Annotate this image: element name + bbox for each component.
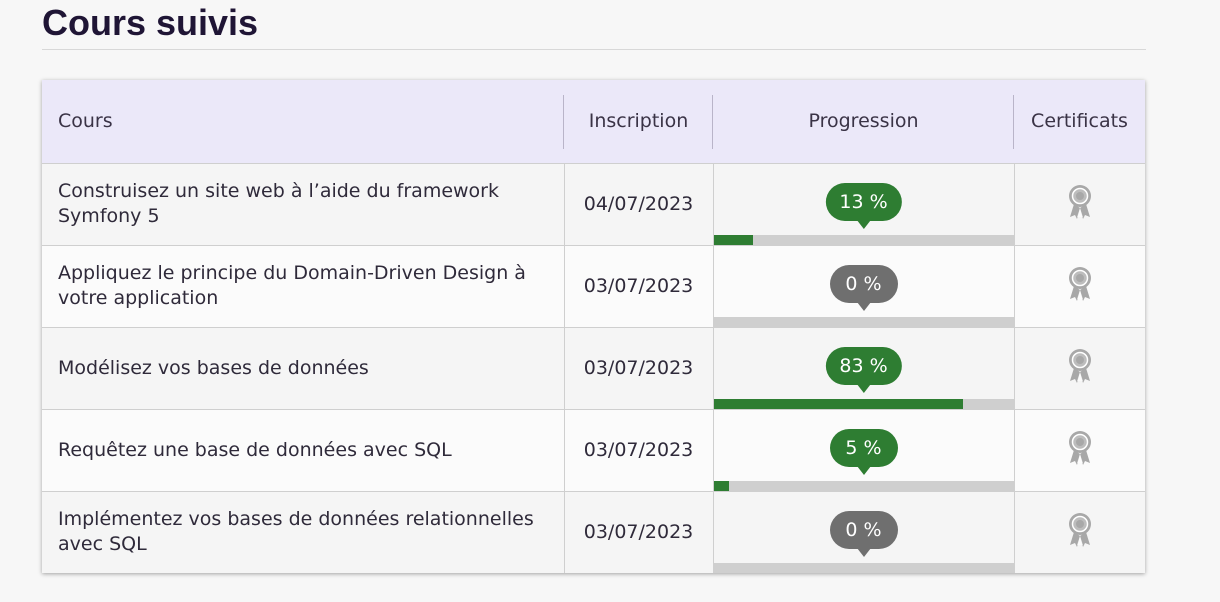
medal-icon [1067,512,1093,548]
progress-bar-fill [713,480,729,491]
course-title-cell: Implémentez vos bases de données relatio… [42,490,565,573]
course-title-cell: Appliquez le principe du Domain-Driven D… [42,244,565,327]
progress-bar [713,316,1014,327]
table-row: Appliquez le principe du Domain-Driven D… [42,244,1145,327]
course-title-cell: Modélisez vos bases de données [42,326,565,409]
enrollment-date: 03/07/2023 [583,521,694,544]
progress-badge: 83 % [825,346,902,393]
title-divider [42,49,1146,50]
certificate-cell [1014,408,1145,491]
certificate-cell [1014,326,1145,409]
course-title-cell: Construisez un site web à l’aide du fram… [42,162,565,245]
enrollment-date-cell: 03/07/2023 [564,408,714,491]
progress-bar [713,480,1014,491]
medal-icon [1067,348,1093,384]
certificate-cell [1014,244,1145,327]
course-title-cell: Requêtez une base de données avec SQL [42,408,565,491]
progress-badge: 0 % [829,510,898,557]
column-header-course: Cours [42,80,564,163]
table-row: Requêtez une base de données avec SQL 03/… [42,408,1145,491]
column-header-progress-label: Progression [808,110,919,133]
progress-bar [713,563,1014,573]
enrollment-date-cell: 03/07/2023 [564,490,714,573]
enrollment-date: 03/07/2023 [583,275,694,297]
enrollment-date: 03/07/2023 [583,439,694,461]
progress-cell: 83 % [713,326,1015,409]
page-title: Cours suivis [42,2,259,43]
table-header-row: Cours Inscription Progression Certificat… [42,80,1145,163]
table-row: Implémentez vos bases de données relatio… [42,490,1145,573]
course-link[interactable]: Appliquez le principe du Domain-Driven D… [58,262,526,309]
column-header-progress: Progression [713,80,1014,163]
progress-cell: 5 % [713,408,1015,491]
enrollment-date: 03/07/2023 [583,357,694,379]
enrollment-date: 04/07/2023 [583,193,694,215]
table-row: Construisez un site web à l’aide du fram… [42,162,1145,245]
progress-bar-fill [713,398,963,409]
progress-bar-fill [713,234,753,245]
course-link[interactable]: Modélisez vos bases de données [58,357,369,379]
progress-cell: 13 % [713,162,1015,245]
column-header-certificates: Certificats [1014,80,1145,163]
column-header-course-label: Cours [58,110,113,133]
column-header-enrollment: Inscription [564,80,713,163]
enrollment-date-cell: 03/07/2023 [564,326,714,409]
column-header-certificates-label: Certificats [1031,110,1128,133]
course-link[interactable]: Implémentez vos bases de données relatio… [58,508,534,555]
table-row: Modélisez vos bases de données 03/07/2023… [42,326,1145,409]
courses-table: Cours Inscription Progression Certificat… [42,80,1145,573]
medal-icon [1067,266,1093,302]
column-header-enrollment-label: Inscription [588,110,689,133]
progress-badge: 0 % [829,264,898,311]
progress-badge: 5 % [829,428,898,475]
progress-badge: 13 % [825,182,902,229]
course-link[interactable]: Construisez un site web à l’aide du fram… [58,180,499,227]
medal-icon [1067,430,1093,466]
certificate-cell [1014,490,1145,573]
progress-bar [713,234,1014,245]
enrollment-date-cell: 03/07/2023 [564,244,714,327]
progress-bar [713,398,1014,409]
progress-cell: 0 % [713,490,1015,573]
medal-icon [1067,184,1093,220]
progress-cell: 0 % [713,244,1015,327]
course-link[interactable]: Requêtez une base de données avec SQL [58,439,452,461]
enrollment-date-cell: 04/07/2023 [564,162,714,245]
certificate-cell [1014,162,1145,245]
